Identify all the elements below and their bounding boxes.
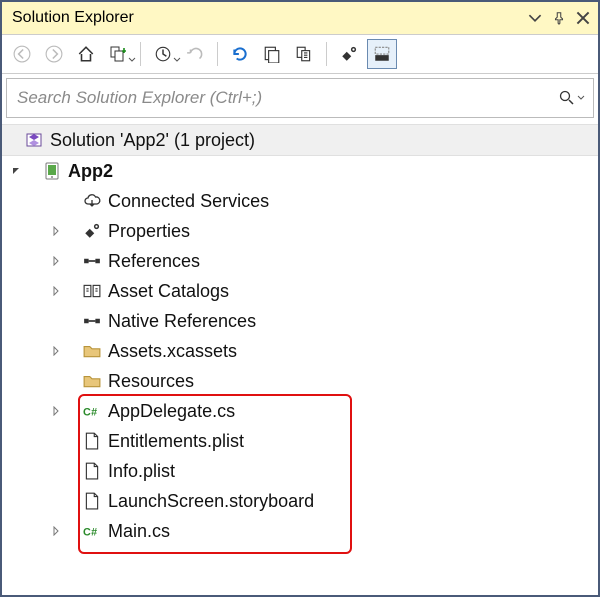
tree-label: Properties: [108, 221, 190, 242]
separator: [140, 42, 141, 66]
wrench-icon: [82, 221, 102, 241]
project-icon: [42, 161, 62, 181]
references-icon: [82, 311, 102, 331]
search-input[interactable]: [15, 87, 559, 109]
tree-label: Info.plist: [108, 461, 175, 482]
tree-label: Asset Catalogs: [108, 281, 229, 302]
tree-label: Resources: [108, 371, 194, 392]
project-node[interactable]: App2: [2, 156, 598, 186]
tree-item-native-references[interactable]: Native References: [2, 306, 598, 336]
cloud-icon: [82, 191, 102, 211]
separator: [217, 42, 218, 66]
tree-item-connected-services[interactable]: Connected Services: [2, 186, 598, 216]
history-button[interactable]: [149, 40, 177, 68]
catalog-icon: [82, 281, 102, 301]
properties-button[interactable]: [335, 40, 363, 68]
toolbar: [2, 35, 598, 74]
solution-explorer-panel: Solution Explorer: [0, 0, 600, 597]
tree-item-appdelegate[interactable]: C# AppDelegate.cs: [2, 396, 598, 426]
expander-closed-icon[interactable]: [48, 343, 64, 359]
solution-node[interactable]: Solution 'App2' (1 project): [2, 124, 598, 156]
undo-button[interactable]: [181, 40, 209, 68]
tree-label: Entitlements.plist: [108, 431, 244, 452]
titlebar: Solution Explorer: [2, 2, 598, 35]
references-icon: [82, 251, 102, 271]
folder-icon: [82, 341, 102, 361]
tree-item-resources[interactable]: Resources: [2, 366, 598, 396]
tree: Solution 'App2' (1 project) App2 Connect…: [2, 122, 598, 595]
solution-icon: [24, 130, 44, 150]
separator: [326, 42, 327, 66]
csharp-file-icon: C#: [82, 521, 102, 541]
tree-item-launchscreen[interactable]: LaunchScreen.storyboard: [2, 486, 598, 516]
tree-item-info[interactable]: Info.plist: [2, 456, 598, 486]
close-icon[interactable]: [574, 9, 592, 27]
expander-closed-icon[interactable]: [48, 523, 64, 539]
expander-closed-icon[interactable]: [48, 283, 64, 299]
collapse-all-button[interactable]: [258, 40, 286, 68]
dropdown-icon[interactable]: [526, 9, 544, 27]
svg-text:#: #: [91, 527, 97, 539]
panel-title: Solution Explorer: [8, 9, 520, 27]
refresh-button[interactable]: [226, 40, 254, 68]
tree-label: AppDelegate.cs: [108, 401, 235, 422]
tree-item-entitlements[interactable]: Entitlements.plist: [2, 426, 598, 456]
forward-button[interactable]: [40, 40, 68, 68]
svg-text:C: C: [83, 407, 91, 419]
tree-label: Main.cs: [108, 521, 170, 542]
show-all-files-button[interactable]: [290, 40, 318, 68]
tree-label: LaunchScreen.storyboard: [108, 491, 314, 512]
tree-item-properties[interactable]: Properties: [2, 216, 598, 246]
svg-text:C: C: [83, 527, 91, 539]
csharp-file-icon: C#: [82, 401, 102, 421]
preview-button[interactable]: [367, 39, 397, 69]
tree-label: Connected Services: [108, 191, 269, 212]
home-button[interactable]: [72, 40, 100, 68]
project-label: App2: [68, 161, 113, 182]
tree-item-assets-xcassets[interactable]: Assets.xcassets: [2, 336, 598, 366]
expander-closed-icon[interactable]: [48, 253, 64, 269]
file-icon: [82, 491, 102, 511]
tree-item-main[interactable]: C# Main.cs: [2, 516, 598, 546]
tree-label: References: [108, 251, 200, 272]
expander-closed-icon[interactable]: [48, 223, 64, 239]
search-bar[interactable]: [6, 78, 594, 118]
svg-text:#: #: [91, 407, 97, 419]
tree-label: Assets.xcassets: [108, 341, 237, 362]
back-button[interactable]: [8, 40, 36, 68]
expander-open-icon[interactable]: [8, 163, 24, 179]
tree-label: Native References: [108, 311, 256, 332]
search-icon[interactable]: [559, 90, 585, 106]
solution-label: Solution 'App2' (1 project): [50, 130, 255, 151]
folder-icon: [82, 371, 102, 391]
file-icon: [82, 431, 102, 451]
file-icon: [82, 461, 102, 481]
tree-item-asset-catalogs[interactable]: Asset Catalogs: [2, 276, 598, 306]
pin-icon[interactable]: [550, 9, 568, 27]
expander-closed-icon[interactable]: [48, 403, 64, 419]
tree-item-references[interactable]: References: [2, 246, 598, 276]
sync-button[interactable]: [104, 40, 132, 68]
